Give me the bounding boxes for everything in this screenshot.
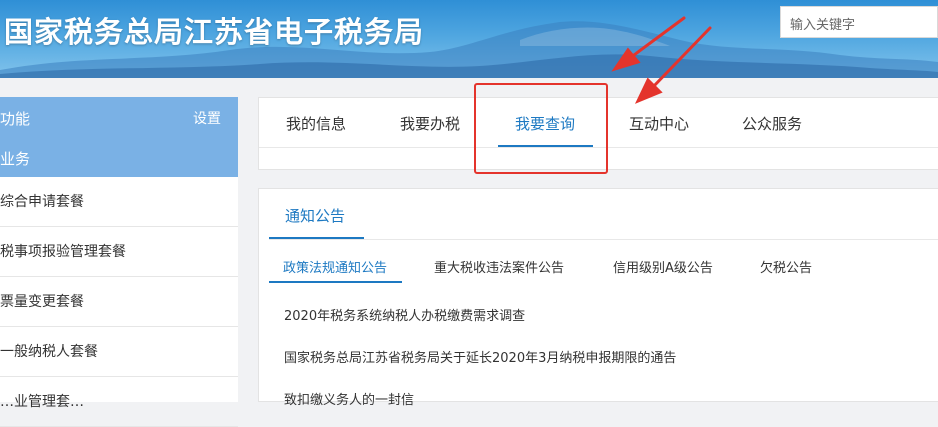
left-list-item[interactable]: 税事项报验管理套餐 xyxy=(0,227,238,277)
site-title: 国家税务总局江苏省电子税务局 xyxy=(4,15,425,49)
left-panel-title: 功能 xyxy=(0,110,31,128)
left-panel-header: 功能 设置 业务 xyxy=(0,97,238,177)
subtab-policy-notices[interactable]: 政策法规通知公告 xyxy=(283,257,387,276)
left-function-list: 综合申请套餐 税事项报验管理套餐 票量变更套餐 一般纳税人套餐 …业管理套… xyxy=(0,177,238,427)
left-list-item[interactable]: 一般纳税人套餐 xyxy=(0,327,238,377)
notice-panel: 通知公告 政策法规通知公告 重大税收违法案件公告 信用级别A级公告 欠税公告 2… xyxy=(258,188,938,408)
notice-divider xyxy=(269,239,938,240)
subtab-credit-a-level[interactable]: 信用级别A级公告 xyxy=(613,257,713,276)
left-panel-section-label: 业务 xyxy=(0,150,31,168)
notice-list-item[interactable]: 致扣缴义务人的一封信 xyxy=(284,389,414,408)
header-banner: 国家税务总局江苏省电子税务局 输入关键字 xyxy=(0,0,938,78)
subtab-tax-arrears[interactable]: 欠税公告 xyxy=(760,257,812,276)
tab-interaction-center[interactable]: 互动中心 xyxy=(629,113,689,134)
tab-public-service[interactable]: 公众服务 xyxy=(742,113,802,134)
notice-list-item[interactable]: 国家税务总局江苏省税务局关于延长2020年3月纳税申报期限的通告 xyxy=(284,347,676,366)
search-input[interactable]: 输入关键字 xyxy=(780,6,938,38)
tab-my-info[interactable]: 我的信息 xyxy=(286,113,346,134)
left-list-item[interactable]: 票量变更套餐 xyxy=(0,277,238,327)
notice-header-tab[interactable]: 通知公告 xyxy=(285,205,345,226)
left-function-panel: 功能 设置 业务 综合申请套餐 税事项报验管理套餐 票量变更套餐 一般纳税人套餐… xyxy=(0,97,238,427)
settings-link[interactable]: 设置 xyxy=(193,108,221,128)
active-subtab-underline xyxy=(269,281,402,283)
subtab-major-violations[interactable]: 重大税收违法案件公告 xyxy=(434,257,564,276)
left-list-item[interactable]: …业管理套… xyxy=(0,377,238,427)
annotation-highlight-box xyxy=(474,83,608,174)
notice-list-item[interactable]: 2020年税务系统纳税人办税缴费需求调查 xyxy=(284,305,525,324)
left-list-item[interactable]: 综合申请套餐 xyxy=(0,177,238,227)
tab-tax-handling[interactable]: 我要办税 xyxy=(400,113,460,134)
